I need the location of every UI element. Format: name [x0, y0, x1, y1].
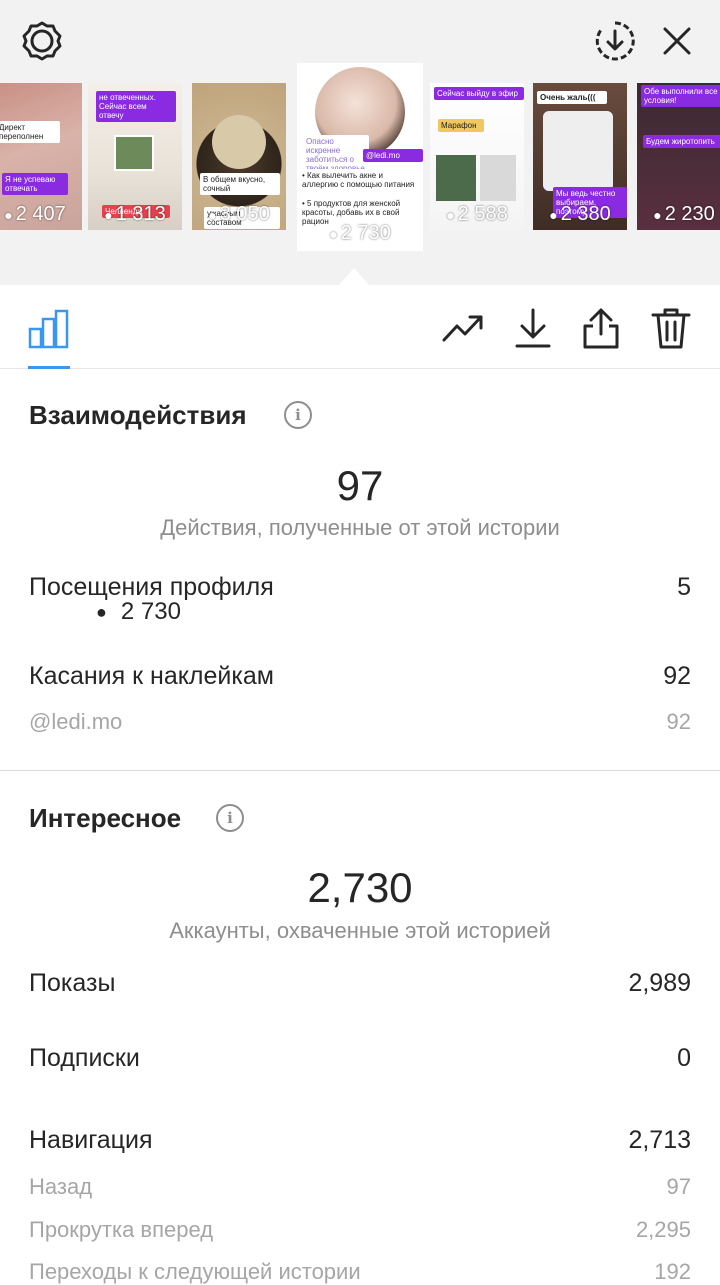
- stat-value: 97: [666, 1174, 691, 1199]
- story-photo: [480, 155, 516, 201]
- story-photo: [543, 111, 613, 191]
- stat-label: Посещения профиля: [29, 573, 274, 601]
- stat-value: 5: [677, 573, 691, 601]
- story-views-count: 2 230: [664, 203, 715, 225]
- active-tab-indicator: [28, 366, 70, 369]
- bar-chart-icon: [28, 309, 69, 349]
- story-photo: [436, 155, 476, 201]
- stat-value: 92: [666, 709, 691, 734]
- stat-row-forward: Прокрутка вперед 2,295: [29, 1217, 691, 1243]
- stat-value: 192: [654, 1259, 691, 1284]
- trash-icon: [651, 308, 691, 349]
- stat-value: 2,989: [628, 969, 691, 997]
- eye-icon: ●: [329, 226, 338, 242]
- stat-row-mention[interactable]: @ledi.mo 92: [29, 709, 691, 735]
- stat-row-impressions: Показы 2,989: [29, 969, 691, 998]
- stat-label: @ledi.mo: [29, 709, 123, 734]
- section-divider: [0, 770, 720, 771]
- eye-icon: ●: [208, 207, 217, 223]
- story-caption: Очень жаль(((: [537, 91, 607, 104]
- stat-row-sticker-taps: Касания к наклейкам 92: [29, 662, 691, 691]
- stat-row-next-story: Переходы к следующей истории 192: [29, 1259, 691, 1285]
- share-button[interactable]: [579, 306, 623, 350]
- views-total: ● 2 730: [96, 598, 181, 626]
- stat-label: Навигация: [29, 1126, 153, 1154]
- story-views-count: 2 407: [15, 203, 66, 225]
- stat-row-navigation: Навигация 2,713: [29, 1126, 691, 1155]
- story-caption: Я не успеваю отвечать: [2, 173, 68, 195]
- story-views: ● 2 588: [430, 203, 524, 226]
- stat-label: Переходы к следующей истории: [29, 1259, 361, 1284]
- interactions-caption: Действия, полученные от этой истории: [160, 515, 560, 540]
- stat-label: Подписки: [29, 1044, 140, 1072]
- story-caption: Будем жиротопить: [643, 135, 720, 148]
- food-plate: [212, 115, 266, 169]
- download-button[interactable]: [511, 306, 555, 350]
- story-caption: Марафон: [438, 119, 484, 132]
- trend-icon: [442, 315, 483, 342]
- delete-button[interactable]: [649, 306, 693, 350]
- story-views: ● 1 313: [88, 203, 182, 226]
- download-icon: [515, 308, 551, 348]
- story-caption: не отвеченных. Сейчас всем отвечу: [96, 91, 176, 122]
- selection-pointer: [338, 268, 370, 286]
- stat-value: 0: [677, 1044, 691, 1072]
- story-thumbnail[interactable]: Директ переполнен Я не успеваю отвечать …: [0, 83, 82, 230]
- interactions-title: Взаимодействия: [29, 400, 247, 430]
- stat-value: 92: [663, 662, 691, 690]
- stat-row-follows: Подписки 0: [29, 1044, 691, 1073]
- story-caption: Директ переполнен: [0, 121, 60, 143]
- story-photo: [114, 135, 154, 171]
- discovery-total: 2,730: [307, 864, 413, 911]
- stat-value: 2,713: [628, 1126, 691, 1154]
- story-views: ● 2 730: [297, 222, 423, 245]
- promote-button[interactable]: [441, 306, 485, 350]
- eye-icon: ●: [4, 207, 13, 223]
- discovery-title: Интересное: [29, 803, 182, 833]
- story-thumbnail[interactable]: не отвеченных. Сейчас всем отвечу Челлен…: [88, 83, 182, 230]
- stat-row-profile-visits: Посещения профиля 5: [29, 573, 691, 602]
- eye-icon: ●: [104, 207, 113, 223]
- story-caption: Сейчас выйду в эфир: [434, 87, 524, 100]
- story-caption: • Как вылечить акне и аллергию с помощью…: [299, 169, 423, 191]
- interactions-total: 97: [336, 462, 384, 509]
- story-views-count: 1 313: [115, 203, 166, 225]
- story-views-count: 2 588: [457, 203, 508, 225]
- story-strip-area: Директ переполнен Я не успеваю отвечать …: [0, 0, 720, 286]
- discovery-caption: Аккаунты, охваченные этой историей: [169, 918, 551, 943]
- story-thumbnail[interactable]: Очень жаль((( Мы ведь честно выбираем, п…: [533, 83, 627, 230]
- stat-label: Назад: [29, 1174, 93, 1199]
- info-icon[interactable]: i: [284, 401, 312, 429]
- story-thumbnails: Директ переполнен Я не успеваю отвечать …: [0, 0, 720, 285]
- stat-label: Прокрутка вперед: [29, 1217, 214, 1242]
- story-caption: @ledi.mo: [363, 149, 423, 162]
- story-caption: В общем вкусно, сочный: [200, 173, 280, 195]
- story-thumbnail-selected[interactable]: Опасно искренне заботиться о твоём здоро…: [297, 63, 423, 251]
- views-total-count: 2 730: [120, 598, 181, 625]
- story-thumbnail[interactable]: Сейчас выйду в эфир Марафон ● 2 588: [430, 83, 524, 230]
- insights-tab[interactable]: [27, 306, 71, 350]
- story-views-count: 3 050: [219, 203, 270, 225]
- stat-value: 2,295: [635, 1217, 691, 1242]
- stat-row-back: Назад 97: [29, 1174, 691, 1200]
- story-views: ● 2 230: [637, 203, 720, 226]
- eye-icon: ●: [446, 207, 455, 223]
- story-views-count: 2 380: [560, 203, 611, 225]
- story-thumbnail[interactable]: Обе выполнили все условия! Будем жиротоп…: [637, 83, 720, 230]
- share-icon: [583, 308, 619, 349]
- story-thumbnail[interactable]: В общем вкусно, сочный ужасным составом …: [192, 83, 286, 230]
- eye-icon: ●: [653, 207, 662, 223]
- story-views: ● 3 050: [192, 203, 286, 226]
- stat-label: Показы: [29, 969, 116, 997]
- stat-label: Касания к наклейкам: [29, 662, 274, 690]
- story-views: ● 2 380: [533, 203, 627, 226]
- eye-icon: ●: [549, 207, 558, 223]
- info-icon[interactable]: i: [216, 804, 244, 832]
- insights-toolbar: ● 2 730: [0, 286, 720, 625]
- story-caption: Обе выполнили все условия!: [641, 85, 720, 107]
- story-views-count: 2 730: [340, 222, 391, 244]
- eye-icon: ●: [96, 601, 107, 622]
- story-views: ● 2 407: [0, 203, 82, 226]
